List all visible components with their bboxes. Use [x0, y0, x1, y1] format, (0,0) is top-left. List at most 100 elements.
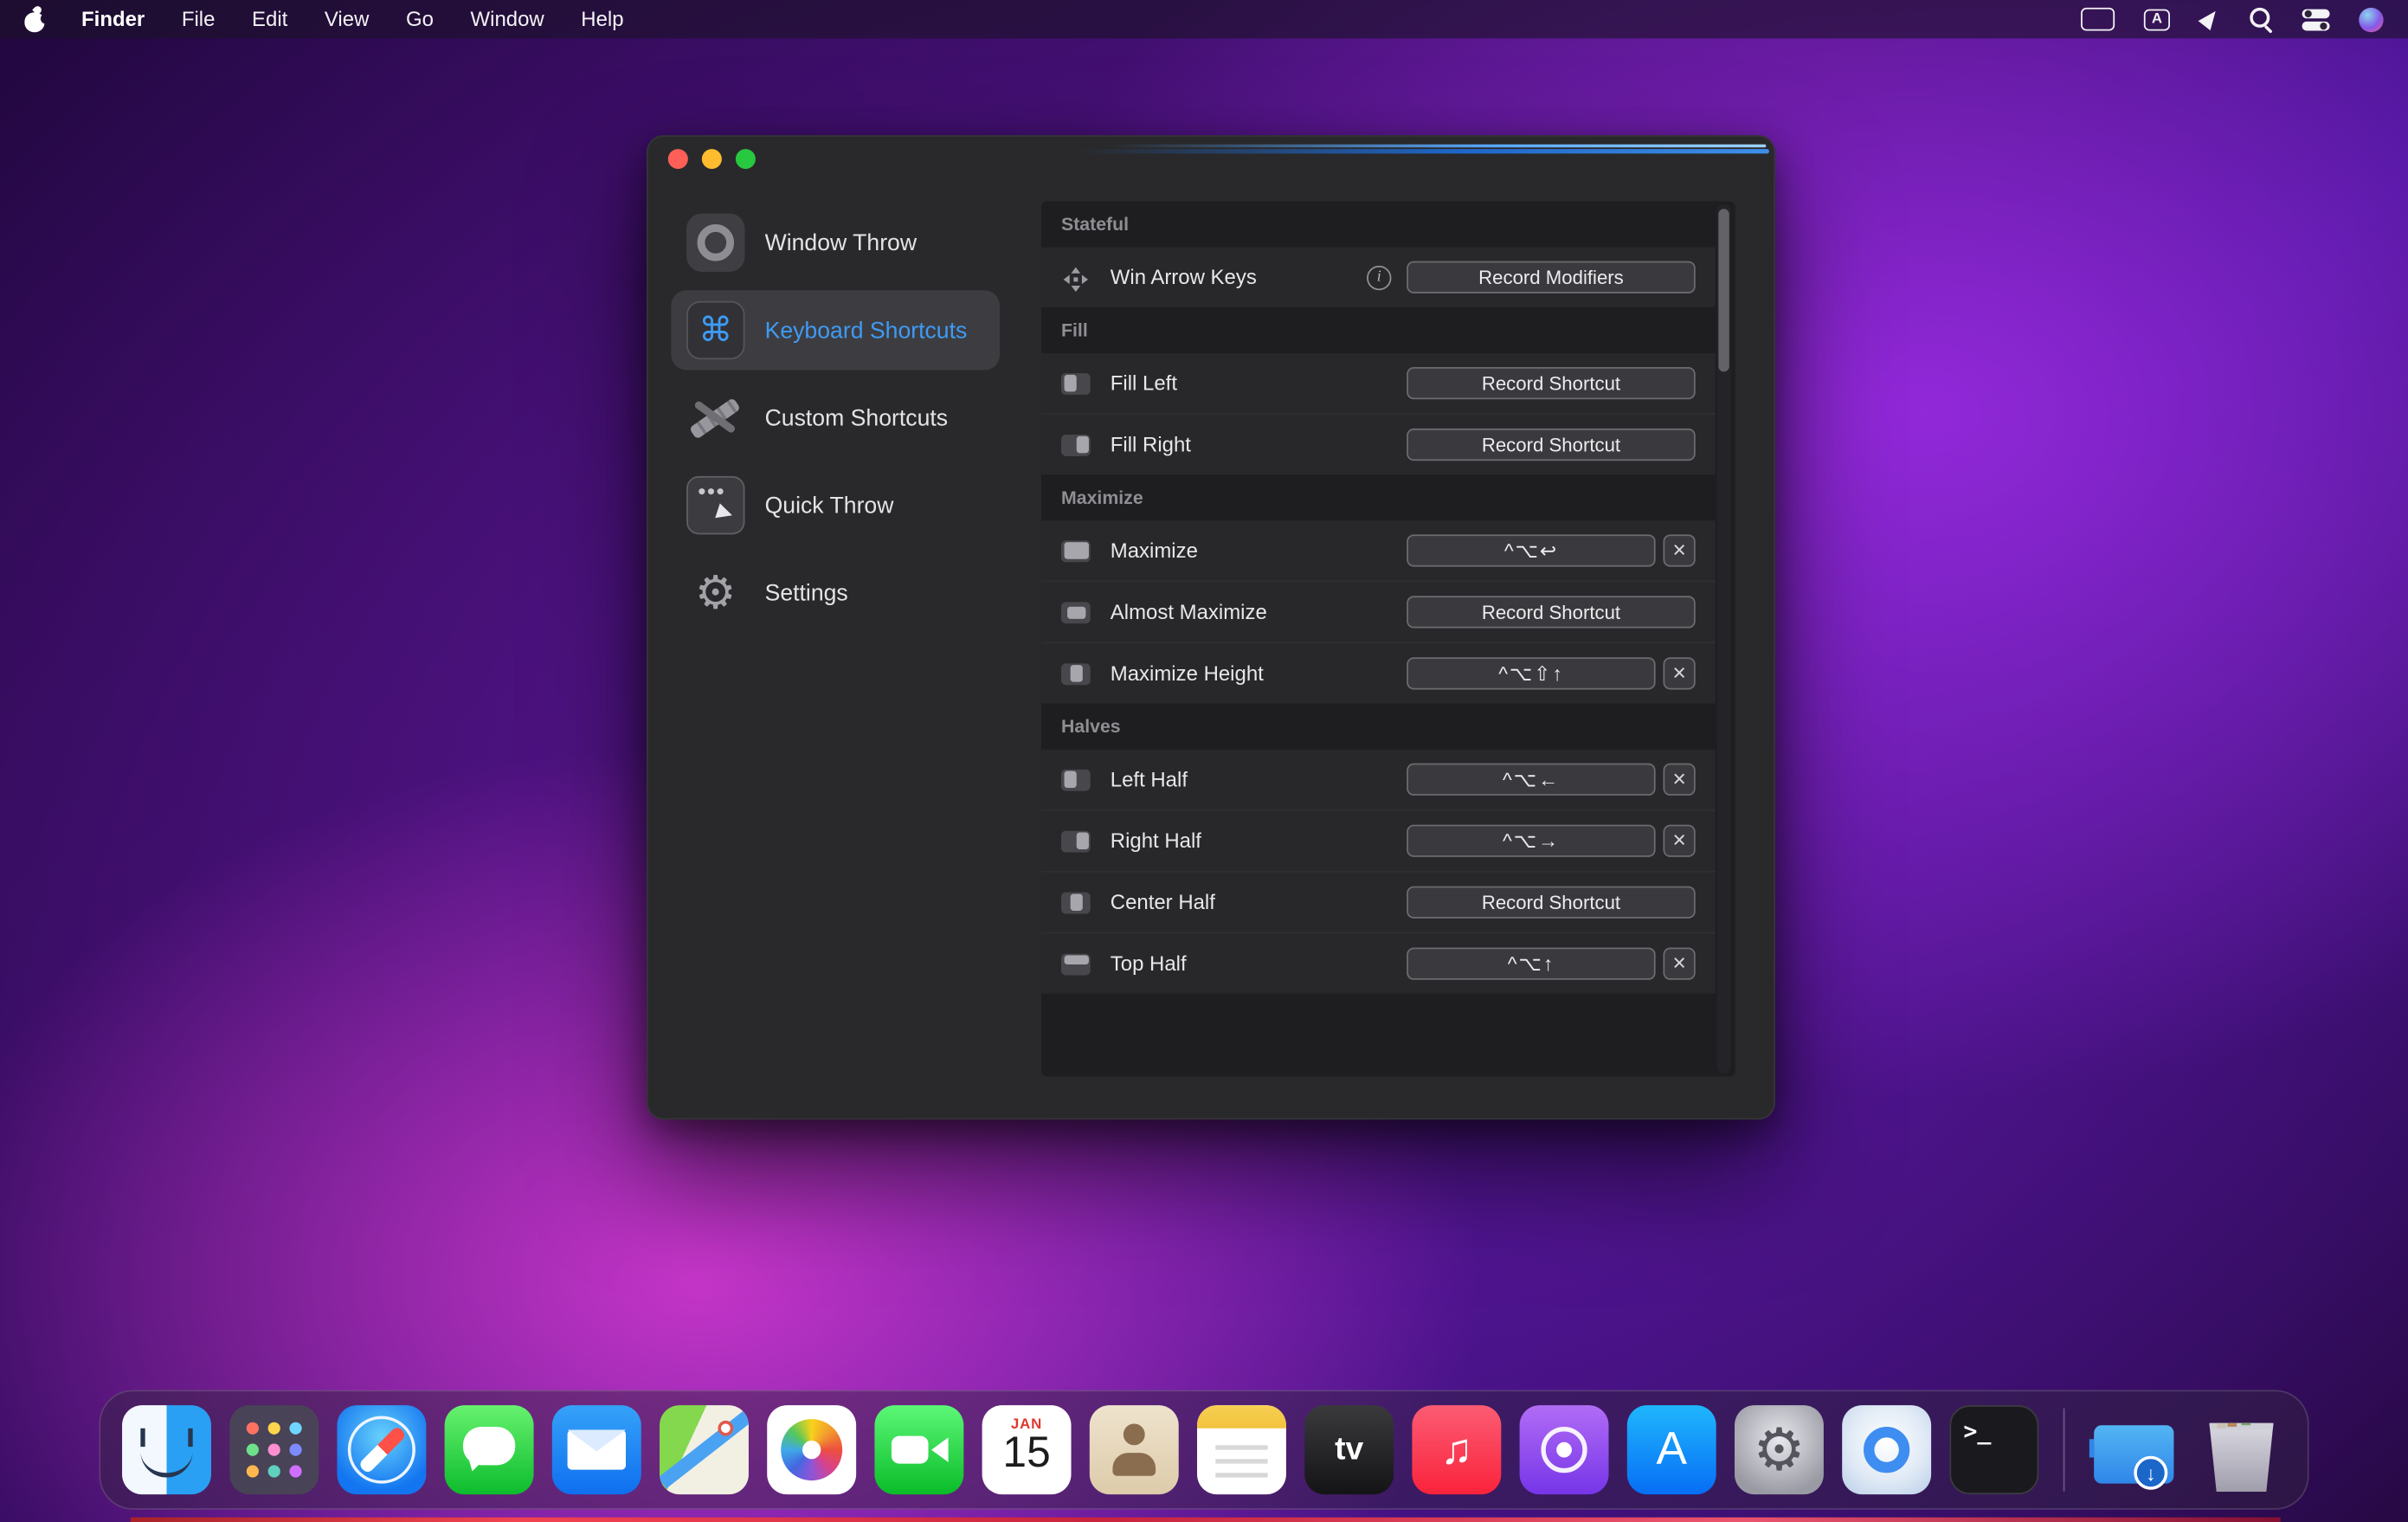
dock-separator [2063, 1408, 2065, 1492]
character-viewer-icon[interactable] [2143, 8, 2170, 30]
record-shortcut-button[interactable]: Record Shortcut [1407, 886, 1696, 919]
dock-icon-glyph: A [1656, 1423, 1687, 1475]
dock-icon-contacts[interactable] [1089, 1405, 1179, 1495]
dock-icon-safari[interactable] [337, 1405, 427, 1495]
window-controls [667, 149, 756, 170]
sidebar-item-window-throw[interactable]: Window Throw [671, 203, 1000, 282]
dock-icon-finder[interactable] [122, 1405, 211, 1495]
shortcut-row-label: Win Arrow Keys [1110, 265, 1257, 289]
record-shortcut-button[interactable]: Record Shortcut [1407, 596, 1696, 629]
menu-item-window[interactable]: Window [471, 8, 544, 31]
dock-icon-appstore[interactable]: A [1626, 1405, 1716, 1495]
dock-icon-glyph: ♫ [1440, 1425, 1473, 1474]
clear-shortcut-button[interactable] [1663, 947, 1696, 980]
close-button[interactable] [667, 149, 688, 170]
shortcut-row-win-arrow-keys: Win Arrow Keys Record Modifiers [1041, 248, 1716, 307]
fill-right-icon [1060, 434, 1091, 455]
dock-icon-launchpad[interactable] [229, 1405, 319, 1495]
apple-icon[interactable] [24, 7, 45, 32]
clear-shortcut-button[interactable] [1663, 657, 1696, 690]
record-shortcut-button[interactable]: Record Shortcut [1407, 366, 1696, 400]
shortcut-row-label: Center Half [1110, 890, 1215, 914]
row-icon-fill [1063, 771, 1076, 789]
arrow-keys-icon [1061, 266, 1091, 292]
menu-item-view[interactable]: View [325, 8, 370, 31]
clear-shortcut-button[interactable] [1663, 824, 1696, 857]
almost-maximize-icon [1060, 601, 1091, 623]
window-throw-icon [686, 213, 745, 272]
location-icon[interactable] [2199, 9, 2221, 30]
menu-item-edit[interactable]: Edit [252, 8, 287, 31]
row-icon-fill [1075, 832, 1089, 850]
shortcut-field[interactable]: ^⌥↩ [1407, 534, 1656, 567]
calendar-day: 15 [1002, 1428, 1051, 1476]
control-center-icon[interactable] [2302, 8, 2330, 30]
row-icon-fill [1066, 605, 1085, 619]
dock-icon-trash[interactable] [2209, 1422, 2274, 1492]
shortcut-field[interactable]: ^⌥↑ [1407, 947, 1656, 980]
section-header: Halves [1060, 715, 1121, 738]
section-rows: Left Half ^⌥← Right Half ^⌥→ Center Half Reco… [1040, 749, 1716, 994]
shortcut-row-left-half: Left Half ^⌥← [1041, 750, 1716, 809]
dock: JAN15 tv ♫ A >_ [99, 1390, 2309, 1510]
dock-icon-notes[interactable] [1197, 1405, 1286, 1495]
input-source-icon[interactable] [2081, 7, 2115, 31]
shortcut-control: ^⌥← [1407, 763, 1696, 796]
dock-icon-music[interactable]: ♫ [1412, 1405, 1502, 1495]
row-icon-fill [1069, 893, 1082, 911]
zoom-button[interactable] [735, 149, 756, 170]
active-app-name[interactable]: Finder [81, 8, 145, 31]
shortcut-field[interactable]: ^⌥← [1407, 763, 1656, 796]
dock-icon-mail[interactable] [551, 1405, 641, 1495]
info-icon[interactable] [1367, 265, 1392, 290]
dock-icon-window-throw-app[interactable] [1842, 1405, 1932, 1495]
top-half-icon [1060, 952, 1091, 975]
gear-icon [686, 564, 744, 622]
scrollbar-thumb[interactable] [1718, 209, 1729, 372]
dock-icon-maps[interactable] [660, 1405, 749, 1495]
row-icon-fill [1075, 435, 1089, 454]
row-icon-fill [1063, 955, 1089, 964]
shortcut-row-label: Right Half [1110, 829, 1201, 853]
dock-icon-terminal[interactable]: >_ [1949, 1405, 2039, 1495]
sidebar-item-custom-shortcuts[interactable]: Custom Shortcuts [671, 377, 1000, 457]
dock-icon-messages[interactable] [444, 1405, 534, 1495]
section-stateful: Stateful Win Arrow Keys Record Modifiers [1040, 201, 1716, 307]
shortcut-field[interactable]: ^⌥→ [1407, 824, 1656, 857]
dock-icon-glyph: tv [1335, 1431, 1364, 1467]
dock-icon-appletv[interactable]: tv [1304, 1405, 1394, 1495]
clear-shortcut-button[interactable] [1663, 534, 1696, 567]
search-icon[interactable] [2250, 7, 2273, 31]
menu-item-go[interactable]: Go [406, 8, 434, 31]
sidebar-item-keyboard-shortcuts[interactable]: Keyboard Shortcuts [671, 290, 1001, 371]
shortcut-sections: Stateful Win Arrow Keys Record Modifiers Fi… [1040, 201, 1716, 994]
menu-bar: Finder File Edit View Go Window Help [0, 0, 2408, 39]
sidebar-item-settings[interactable]: Settings [671, 553, 1000, 633]
record-shortcut-button[interactable]: Record Shortcut [1407, 428, 1696, 461]
menu-item-file[interactable]: File [182, 8, 216, 31]
menu-item-help[interactable]: Help [581, 8, 623, 31]
sidebar: Window Throw Keyboard Shortcuts Custom Sho… [671, 203, 1001, 641]
shortcut-row-fill-left: Fill Left Record Shortcut [1041, 353, 1716, 413]
dock-icon-downloads[interactable] [2089, 1405, 2179, 1494]
record-shortcut-button[interactable]: Record Modifiers [1407, 261, 1696, 293]
maximize-height-icon [1060, 662, 1091, 685]
shortcut-row-maximize: Maximize ^⌥↩ [1041, 520, 1716, 580]
sidebar-item-quick-throw[interactable]: Quick Throw [671, 466, 1000, 545]
siri-icon[interactable] [2359, 6, 2384, 32]
quick-throw-icon [686, 475, 745, 535]
clear-shortcut-button[interactable] [1663, 763, 1696, 796]
shortcut-field[interactable]: ^⌥⇧↑ [1407, 657, 1656, 690]
minimize-button[interactable] [701, 149, 722, 170]
section-halves: Halves Left Half ^⌥← Right Half ^⌥→ Center Ha… [1040, 703, 1716, 994]
shortcut-control: ^⌥→ [1407, 824, 1696, 857]
wallpaper-edge [130, 1517, 2281, 1522]
dock-icon-photos[interactable] [767, 1405, 857, 1495]
sidebar-item-label: Custom Shortcuts [764, 404, 949, 431]
dock-icon-facetime[interactable] [874, 1405, 964, 1495]
dock-icon-podcasts[interactable] [1519, 1405, 1609, 1495]
dock-icon-calendar[interactable]: JAN 15 [982, 1405, 1072, 1495]
dock-icon-system-preferences[interactable] [1734, 1405, 1824, 1495]
shortcut-row-top-half: Top Half ^⌥↑ [1041, 932, 1716, 994]
center-half-icon [1060, 891, 1091, 913]
